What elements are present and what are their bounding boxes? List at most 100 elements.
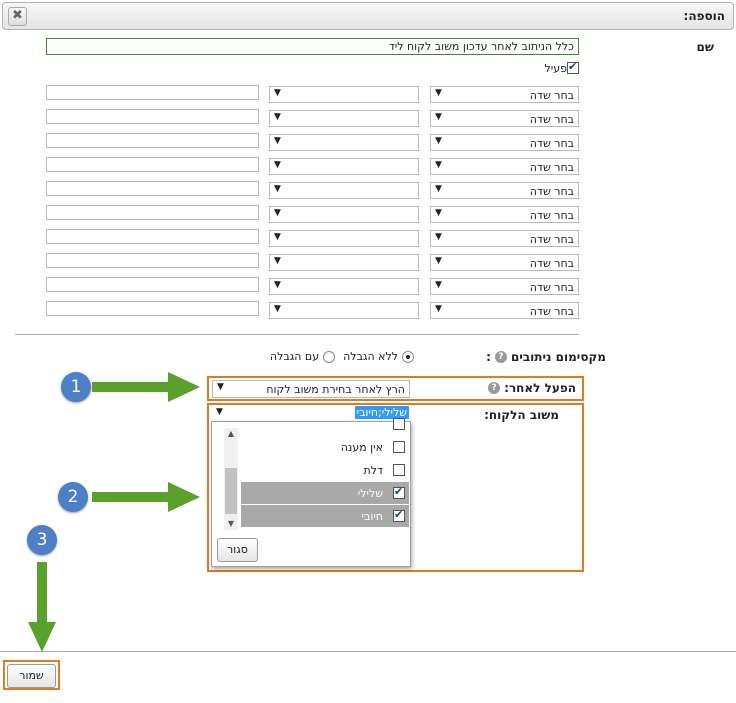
chevron-down-icon: ▼ xyxy=(274,280,281,290)
radio-with-limit-label: עם הגבלה xyxy=(269,350,320,363)
field-select[interactable]: בחר שדה ▼ xyxy=(430,182,579,199)
field-select[interactable]: בחר שדה ▼ xyxy=(430,158,579,175)
rule-name-input[interactable]: כלל הניתוב לאחר עדכון משוב לקוח ליד xyxy=(46,38,579,55)
list-item[interactable] xyxy=(241,418,409,430)
field-select-placeholder: בחר שדה xyxy=(529,113,574,126)
max-routings-label: מקסימום ניתובים ? : xyxy=(486,350,606,364)
chevron-down-icon: ▼ xyxy=(274,304,281,314)
chevron-down-icon: ▼ xyxy=(274,232,281,242)
value-input[interactable] xyxy=(46,253,259,268)
radio-no-limit-label: ללא הגבלה xyxy=(343,350,398,363)
step-marker-2: 2 xyxy=(58,482,88,512)
field-select[interactable]: בחר שדה ▼ xyxy=(430,86,579,103)
field-select[interactable]: בחר שדה ▼ xyxy=(430,278,579,295)
radio-with-limit[interactable] xyxy=(323,350,336,363)
field-select[interactable]: בחר שדה ▼ xyxy=(430,134,579,151)
value-input[interactable] xyxy=(46,133,259,148)
chevron-down-icon: ▼ xyxy=(435,232,442,242)
chevron-down-icon: ▼ xyxy=(274,184,281,194)
field-select-placeholder: בחר שדה xyxy=(529,257,574,270)
arrow-3 xyxy=(28,562,56,652)
value-input[interactable] xyxy=(46,85,259,100)
chevron-down-icon: ▼ xyxy=(435,280,442,290)
close-icon[interactable]: ✖ xyxy=(8,7,27,26)
chevron-down-icon: ▼ xyxy=(435,136,442,146)
chevron-down-icon: ▼ xyxy=(217,382,224,392)
field-select-placeholder: בחר שדה xyxy=(529,185,574,198)
option-label: דלת xyxy=(363,463,384,477)
step-marker-3: 3 xyxy=(27,525,57,555)
max-routings-text: מקסימום ניתובים xyxy=(510,350,606,364)
option-label: שלילי xyxy=(357,486,383,500)
name-label: שם xyxy=(696,40,714,54)
help-icon[interactable]: ? xyxy=(494,351,507,363)
value-input[interactable] xyxy=(46,109,259,124)
field-select-placeholder: בחר שדה xyxy=(529,305,574,318)
field-select[interactable]: בחר שדה ▼ xyxy=(430,230,579,247)
field-select[interactable]: בחר שדה ▼ xyxy=(430,206,579,223)
value-input[interactable] xyxy=(46,181,259,196)
trigger-select[interactable]: הרץ לאחר בחירת משוב לקוח ▼ xyxy=(212,380,410,398)
title-bar: הוספה: ✖ xyxy=(2,2,734,30)
chevron-down-icon: ▼ xyxy=(274,136,281,146)
close-popup-button[interactable]: סגור xyxy=(217,538,258,562)
field-select[interactable]: בחר שדה ▼ xyxy=(430,254,579,271)
dialog-title: הוספה: xyxy=(683,9,725,23)
scroll-thumb[interactable] xyxy=(225,468,237,514)
chevron-down-icon: ▼ xyxy=(435,112,442,122)
value-input[interactable] xyxy=(46,229,259,244)
option-checkbox[interactable] xyxy=(393,508,405,522)
feedback-options-popup: ▲ ▼ אין מענה דלת שלילי חיובי סגור xyxy=(211,418,411,567)
operator-select[interactable]: ▼ xyxy=(269,110,419,127)
value-input[interactable] xyxy=(46,157,259,172)
max-routings-radios: ללא הגבלה עם הגבלה xyxy=(270,350,414,363)
scroll-up-icon[interactable]: ▲ xyxy=(224,428,238,440)
option-checkbox[interactable] xyxy=(393,485,405,499)
max-routings-colon: : xyxy=(486,350,491,364)
field-select-placeholder: בחר שדה xyxy=(529,161,574,174)
operator-select[interactable]: ▼ xyxy=(269,182,419,199)
chevron-down-icon: ▼ xyxy=(274,88,281,98)
operator-select[interactable]: ▼ xyxy=(269,278,419,295)
scroll-down-icon[interactable]: ▼ xyxy=(224,518,238,530)
option-checkbox[interactable] xyxy=(393,441,405,453)
option-checkbox[interactable] xyxy=(393,418,405,430)
footer-divider xyxy=(0,651,736,652)
field-select[interactable]: בחר שדה ▼ xyxy=(430,302,579,319)
operator-select[interactable]: ▼ xyxy=(269,302,419,319)
operator-select[interactable]: ▼ xyxy=(269,134,419,151)
save-button[interactable]: שמור xyxy=(7,664,56,688)
chevron-down-icon: ▼ xyxy=(274,160,281,170)
option-label: אין מענה xyxy=(340,440,383,454)
arrow-1 xyxy=(92,372,200,402)
active-label: פעיל xyxy=(544,61,567,75)
option-label: חיובי xyxy=(361,509,383,523)
field-select-placeholder: בחר שדה xyxy=(529,89,574,102)
operator-select[interactable]: ▼ xyxy=(269,86,419,103)
list-item[interactable]: אין מענה xyxy=(241,436,409,458)
list-item[interactable]: שלילי xyxy=(241,482,409,504)
list-item[interactable]: חיובי xyxy=(241,505,409,527)
help-icon[interactable]: ? xyxy=(488,382,501,394)
field-select[interactable]: בחר שדה ▼ xyxy=(430,110,579,127)
operator-select[interactable]: ▼ xyxy=(269,254,419,271)
radio-no-limit[interactable] xyxy=(402,350,414,363)
list-item[interactable]: דלת xyxy=(241,459,409,481)
trigger-label: הפעל לאחר: ? xyxy=(484,381,576,395)
operator-select[interactable]: ▼ xyxy=(269,230,419,247)
operator-select[interactable]: ▼ xyxy=(269,206,419,223)
value-input[interactable] xyxy=(46,277,259,292)
operator-select[interactable]: ▼ xyxy=(269,158,419,175)
add-dialog: הוספה: ✖ שם כלל הניתוב לאחר עדכון משוב ל… xyxy=(0,0,736,703)
scrollbar[interactable]: ▲ ▼ xyxy=(224,428,238,530)
field-select-placeholder: בחר שדה xyxy=(529,233,574,246)
active-checkbox[interactable] xyxy=(567,60,579,74)
step-marker-1: 1 xyxy=(61,372,91,402)
chevron-down-icon: ▼ xyxy=(274,256,281,266)
value-input[interactable] xyxy=(46,205,259,220)
chevron-down-icon: ▼ xyxy=(435,88,442,98)
active-checkbox-row[interactable]: פעיל xyxy=(545,60,579,76)
chevron-down-icon: ▼ xyxy=(435,304,442,314)
value-input[interactable] xyxy=(46,301,259,316)
option-checkbox[interactable] xyxy=(393,464,405,476)
